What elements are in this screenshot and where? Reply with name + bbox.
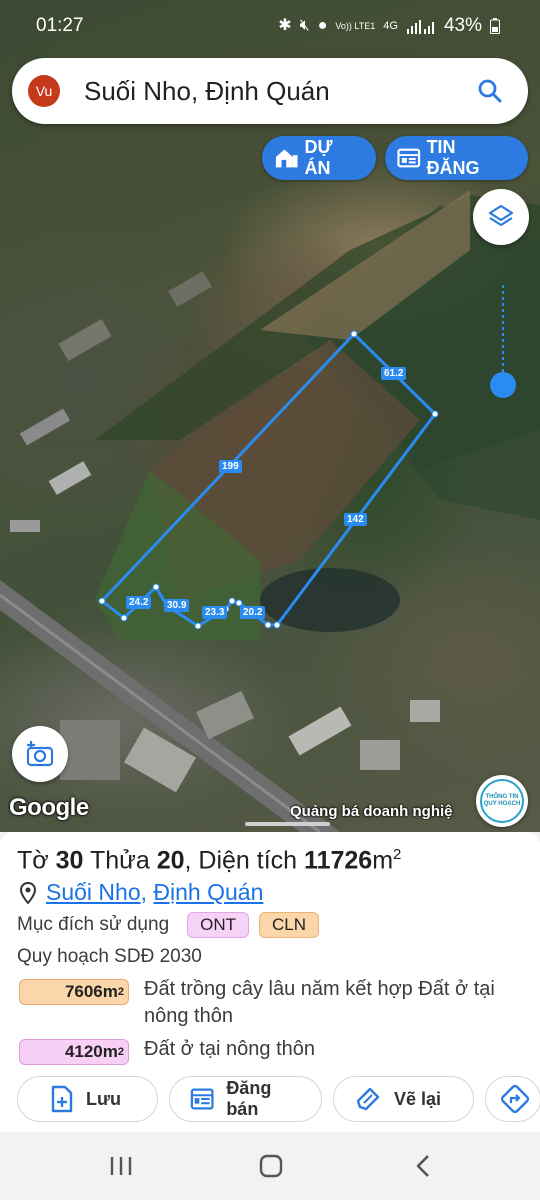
save-button-label: Lưu [86,1088,122,1109]
status-bar: 01:27 ✱ 🔇︎ ● Vo)) LTE1 4G 43% [0,0,540,52]
add-photo-button[interactable] [12,726,68,782]
plan-label: Quy hoạch SDĐ 2030 [17,946,202,967]
home-icon [259,1154,283,1178]
sell-button-label: Đăng bán [226,1078,272,1119]
edge-label: 199 [219,460,242,473]
listing-button-label: TIN ĐĂNG [426,137,480,178]
status-time: 01:27 [36,15,84,36]
zone-row: 7606m 2 Đất trồng cây lâu năm kết hợp Đất… [19,976,514,1030]
usage-purpose: Mục đích sử dụng ONT CLN [17,912,320,938]
district-link[interactable]: Định Quán [153,879,263,905]
status-icons: ✱ 🔇︎ ● Vo)) LTE1 4G 43% [278,15,500,37]
planning-info-badge-label: THÔNG TIN QUY HOẠCH [480,779,524,823]
edge-label: 24.2 [126,596,152,609]
save-button[interactable]: Lưu [17,1076,158,1122]
system-nav-bar [0,1132,540,1200]
search-icon [478,79,502,103]
satellite-map[interactable]: 61.2 199 142 24.2 30.9 23.3 20.2 Google … [0,0,540,832]
signal-icon [406,20,434,34]
back-icon [416,1155,429,1177]
draw-icon [356,1087,380,1111]
sheet-drag-handle[interactable] [245,822,330,826]
area-unit-sup: 2 [393,846,402,863]
area-value: 11726 [304,846,373,875]
directions-button[interactable] [485,1076,540,1122]
parcel-boundary[interactable] [0,0,540,832]
commune-link[interactable]: Suối Nho [46,879,141,905]
edge-label: 142 [344,513,367,526]
usage-label: Mục đích sử dụng [17,914,170,935]
address: Suối Nho, Định Quán [20,879,263,906]
parcel-info-panel: Tờ 30 Thửa 20, Diện tích 11726m2 Suối Nh… [0,832,540,1132]
promo-text[interactable]: Quảng bá doanh nghiệ [290,803,470,820]
bluetooth-icon: ✱ [278,17,292,34]
add-photo-icon [26,741,54,767]
planning-info-badge[interactable]: THÔNG TIN QUY HOẠCH [476,775,528,827]
usage-tag-cln[interactable]: CLN [259,912,320,938]
area-label: , Diện tích [184,846,298,875]
signal-label: 4G [383,20,398,32]
back-button[interactable] [412,1154,436,1178]
redraw-button[interactable]: Vẽ lại [333,1076,474,1122]
location-pin-icon [20,881,36,904]
zone-row: 4120m 2 Đất ở tại nông thôn [19,1036,514,1065]
building-icon [275,149,298,168]
search-bar[interactable]: Vu Suối Nho, Định Quán [12,58,528,124]
sell-button[interactable]: Đăng bán [169,1076,322,1122]
layers-button[interactable] [473,189,529,245]
listing-icon [190,1088,214,1110]
zone-area: 7606m [64,982,118,1001]
zone-description: Đất trồng cây lâu năm kết hợp Đất ở tại … [144,978,495,1027]
battery-icon [490,18,500,34]
usage-tag-ont[interactable]: ONT [187,912,250,938]
parcel-label: Thửa [89,846,150,875]
address-separator: , [140,879,148,905]
action-bar: Lưu Đăng bán Vẽ lại [17,1076,540,1124]
project-button[interactable]: DỰ ÁN [262,136,376,180]
home-button[interactable] [258,1154,284,1178]
sheet-label: Tờ [17,846,49,875]
edge-label: 61.2 [381,367,407,380]
edge-label: 23.3 [202,606,228,619]
project-button-label: DỰ ÁN [304,137,333,178]
listing-icon [397,148,421,168]
avatar[interactable]: Vu [28,75,60,107]
zone-area: 4120m [64,1042,118,1061]
zone-description: Đất ở tại nông thôn [144,1038,316,1060]
parcel-number: 20 [156,846,185,875]
zone-area-badge: 4120m 2 [19,1039,129,1065]
add-file-icon [51,1085,73,1113]
search-button[interactable] [470,71,510,111]
area-unit: m [372,846,394,875]
sheet-number: 30 [55,846,84,875]
location-icon: ● [317,17,328,34]
edge-label: 30.9 [164,599,190,612]
zone-area-sup: 2 [117,986,124,998]
edge-label: 20.2 [240,606,266,619]
network-label: Vo)) LTE1 [335,20,376,31]
search-input[interactable]: Suối Nho, Định Quán [84,76,470,107]
parcel-title: Tờ 30 Thửa 20, Diện tích 11726m2 [17,846,401,875]
layers-icon [488,204,514,227]
listing-button[interactable]: TIN ĐĂNG [385,136,528,180]
redraw-button-label: Vẽ lại [394,1088,442,1109]
zone-area-sup: 2 [117,1046,124,1058]
recent-apps-button[interactable] [108,1154,134,1178]
recent-apps-icon [110,1157,132,1175]
google-logo: Google [9,794,89,821]
zone-area-badge: 7606m 2 [19,979,129,1005]
battery-level: 43% [443,15,482,36]
mute-icon: 🔇︎ [299,17,310,34]
directions-icon [500,1084,530,1114]
